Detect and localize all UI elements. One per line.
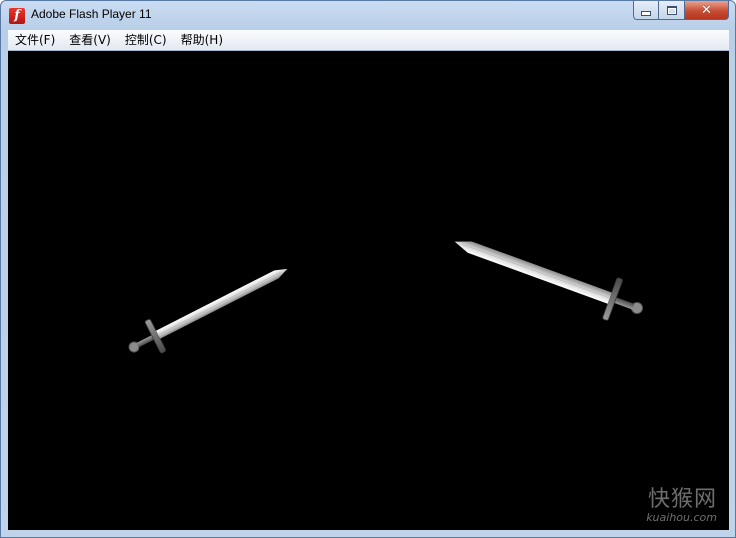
menu-view[interactable]: 查看(V) [62,30,118,50]
menu-bar: 文件(F) 查看(V) 控制(C) 帮助(H) [8,30,729,51]
sword-right[interactable] [447,221,650,331]
flash-player-icon: f [9,8,25,24]
flash-stage[interactable]: 快猴网 kuaihou.com [8,51,729,530]
close-button[interactable]: ✕ [685,1,729,20]
menu-control[interactable]: 控制(C) [118,30,174,50]
sword-left[interactable] [121,253,295,365]
sword-right-grip [613,296,635,310]
stage-canvas [121,221,650,365]
title-bar[interactable]: f Adobe Flash Player 11 ✕ [1,1,735,29]
app-window: f Adobe Flash Player 11 ✕ 文件(F) 查看(V) 控制… [0,0,736,538]
close-icon: ✕ [701,2,712,18]
watermark: 快猴网 kuaihou.com [646,481,717,524]
watermark-brand: 快猴网 [647,487,717,512]
minimize-icon [641,10,651,16]
menu-file[interactable]: 文件(F) [8,30,62,50]
menu-help[interactable]: 帮助(H) [174,30,230,50]
caption-buttons: ✕ [633,1,729,21]
window-title: Adobe Flash Player 11 [31,7,152,21]
maximize-icon [666,5,677,15]
watermark-domain: kuaihou.com [646,511,717,524]
maximize-button[interactable] [659,1,685,20]
minimize-button[interactable] [633,1,659,20]
